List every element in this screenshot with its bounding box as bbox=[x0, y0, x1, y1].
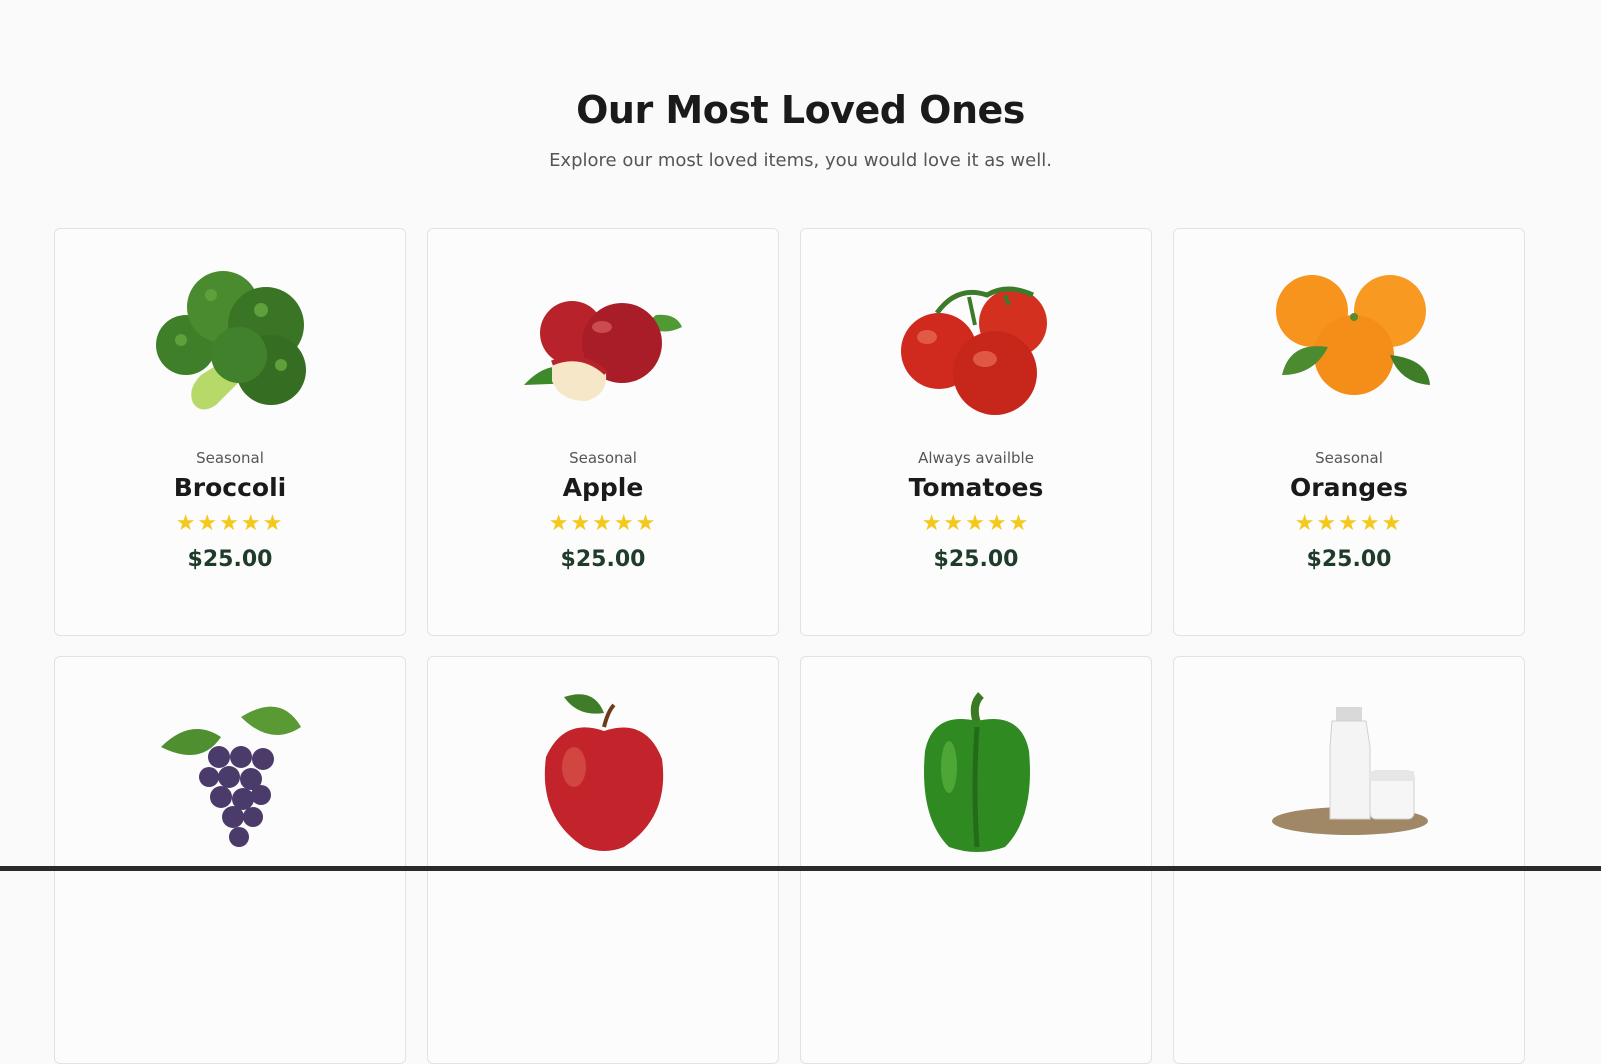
product-name[interactable]: Oranges bbox=[1174, 473, 1524, 502]
product-price: $25.00 bbox=[187, 547, 273, 572]
product-price: $25.00 bbox=[560, 547, 646, 572]
product-name[interactable]: Broccoli bbox=[55, 473, 405, 502]
page-subtitle: Explore our most loved items, you would … bbox=[549, 150, 1052, 171]
rating-stars: ★★★★★ bbox=[175, 511, 285, 536]
rating-stars: ★★★★★ bbox=[921, 511, 1031, 536]
product-price: $25.00 bbox=[933, 547, 1019, 572]
oranges-icon bbox=[1250, 255, 1450, 425]
grapes-icon bbox=[131, 687, 331, 857]
green-pepper-icon bbox=[877, 687, 1077, 857]
product-card-red-apple[interactable] bbox=[427, 656, 779, 1064]
product-name[interactable]: Tomatoes bbox=[801, 473, 1151, 502]
red-apple-icon bbox=[504, 687, 704, 857]
product-card-milk[interactable] bbox=[1173, 656, 1525, 1064]
product-card-grapes[interactable] bbox=[54, 656, 406, 1064]
tomatoes-icon bbox=[877, 255, 1077, 425]
bottom-edge-bar bbox=[0, 866, 1601, 871]
milk-icon bbox=[1250, 687, 1450, 857]
product-card-green-pepper[interactable] bbox=[800, 656, 1152, 1064]
rating-stars: ★★★★★ bbox=[1294, 511, 1404, 536]
product-card-apple[interactable]: Seasonal Apple ★★★★★ $25.00 bbox=[427, 228, 779, 636]
product-card-tomatoes[interactable]: Always availble Tomatoes ★★★★★ $25.00 bbox=[800, 228, 1152, 636]
product-card-broccoli[interactable]: Seasonal Broccoli ★★★★★ $25.00 bbox=[54, 228, 406, 636]
apple-icon bbox=[504, 255, 704, 425]
product-tag: Seasonal bbox=[1315, 449, 1383, 467]
section-header: Our Most Loved Ones Explore our most lov… bbox=[0, 88, 1601, 171]
product-tag: Seasonal bbox=[196, 449, 264, 467]
page-title: Our Most Loved Ones bbox=[576, 88, 1025, 132]
product-card-oranges[interactable]: Seasonal Oranges ★★★★★ $25.00 bbox=[1173, 228, 1525, 636]
product-tag: Always availble bbox=[918, 449, 1034, 467]
broccoli-icon bbox=[131, 255, 331, 425]
product-name[interactable]: Apple bbox=[428, 473, 778, 502]
rating-stars: ★★★★★ bbox=[548, 511, 658, 536]
product-price: $25.00 bbox=[1306, 547, 1392, 572]
product-tag: Seasonal bbox=[569, 449, 637, 467]
